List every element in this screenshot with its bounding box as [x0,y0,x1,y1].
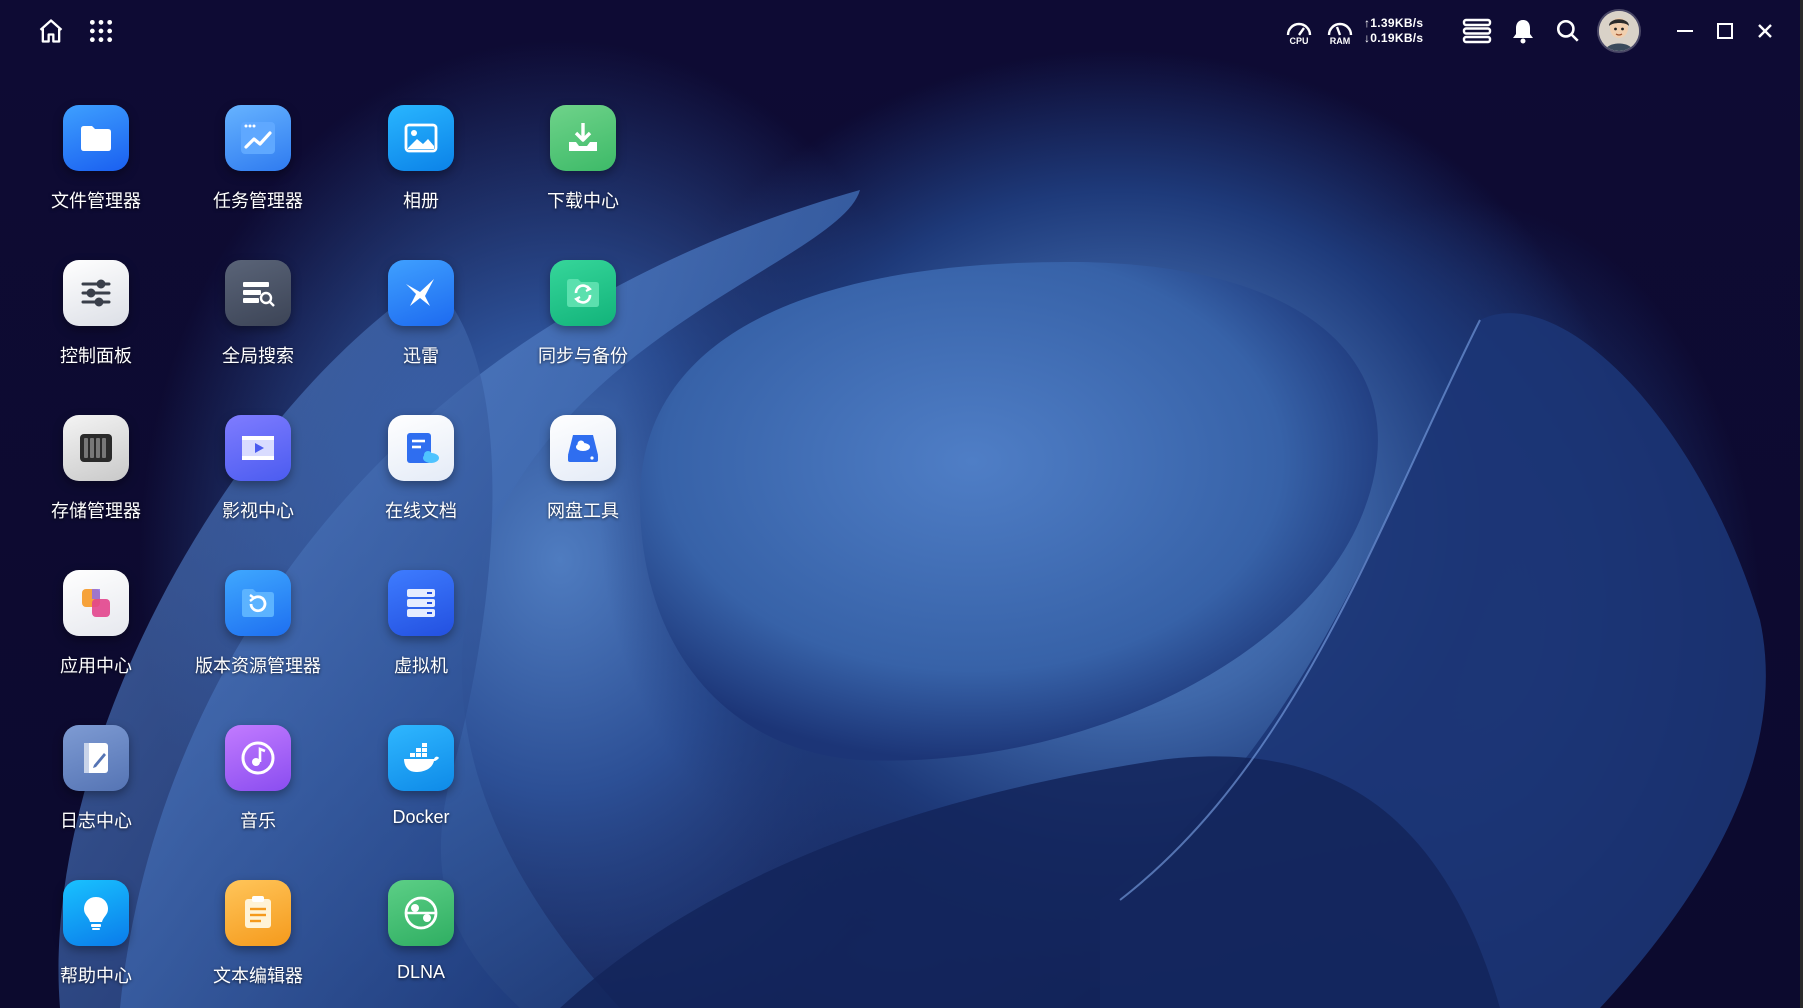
app-label: 帮助中心 [60,966,132,986]
network-speed[interactable]: ↑1.39KB/s ↓0.19KB/s [1364,16,1423,46]
app-virtual-machine[interactable]: 虚拟机 [341,570,501,678]
app-label: 任务管理器 [213,191,303,211]
app-label: 同步与备份 [538,346,628,366]
close-icon[interactable] [1748,14,1782,48]
app-label: 控制面板 [60,346,132,366]
cloud-disk-icon [550,415,616,481]
search-icon[interactable] [1551,14,1585,48]
lightbulb-icon [63,880,129,946]
app-label: 影视中心 [222,501,294,521]
apps-grid-icon[interactable] [84,14,118,48]
dlna-icon [388,880,454,946]
log-book-icon [63,725,129,791]
app-cloud-drive-tool[interactable]: 网盘工具 [503,415,663,523]
download-tray-icon [550,105,616,171]
app-global-search[interactable]: 全局搜索 [178,260,338,368]
app-online-docs[interactable]: 在线文档 [341,415,501,523]
app-dlna[interactable]: DLNA [341,880,501,983]
app-photos[interactable]: 相册 [341,105,501,213]
minimize-icon[interactable] [1668,14,1702,48]
app-label: 文本编辑器 [213,966,303,986]
bird-icon [388,260,454,326]
app-thunder[interactable]: 迅雷 [341,260,501,368]
maximize-icon[interactable] [1708,14,1742,48]
app-text-editor[interactable]: 文本编辑器 [178,880,338,988]
app-label: 迅雷 [403,346,439,366]
app-version-manager[interactable]: 版本资源管理器 [178,570,338,678]
app-label: DLNA [396,962,445,982]
history-folder-icon [225,570,291,636]
app-sync-backup[interactable]: 同步与备份 [503,260,663,368]
app-music[interactable]: 音乐 [178,725,338,833]
app-app-center[interactable]: 应用中心 [16,570,176,678]
app-label: 应用中心 [60,656,132,676]
download-speed: ↓0.19KB/s [1364,31,1424,45]
server-list-icon[interactable] [1460,14,1494,48]
upload-speed: ↑1.39KB/s [1364,16,1424,30]
app-label: 下载中心 [547,191,619,211]
app-download-center[interactable]: 下载中心 [503,105,663,213]
app-storage-manager[interactable]: 存储管理器 [16,415,176,523]
folder-icon [63,105,129,171]
app-label: 相册 [403,191,439,211]
app-label: 在线文档 [385,501,457,521]
app-label: 版本资源管理器 [195,656,321,676]
app-label: 音乐 [240,811,276,831]
sync-folder-icon [550,260,616,326]
app-docker[interactable]: Docker [341,725,501,828]
image-icon [388,105,454,171]
video-play-icon [225,415,291,481]
app-label: 全局搜索 [222,346,294,366]
app-control-panel[interactable]: 控制面板 [16,260,176,368]
cloud-doc-icon [388,415,454,481]
cpu-label: CPU [1289,35,1309,46]
bell-icon[interactable] [1506,14,1540,48]
sliders-icon [63,260,129,326]
app-help-center[interactable]: 帮助中心 [16,880,176,988]
app-task-manager[interactable]: 任务管理器 [178,105,338,213]
music-note-icon [225,725,291,791]
ram-label: RAM [1329,35,1351,46]
home-icon[interactable] [34,14,68,48]
app-log-center[interactable]: 日志中心 [16,725,176,833]
nas-drive-icon [63,415,129,481]
notepad-icon [225,880,291,946]
trend-chart-icon [225,105,291,171]
ram-gauge-icon[interactable]: RAM [1323,14,1357,48]
app-file-manager[interactable]: 文件管理器 [16,105,176,213]
app-video-center[interactable]: 影视中心 [178,415,338,523]
app-label: 文件管理器 [51,191,141,211]
app-label: 存储管理器 [51,501,141,521]
top-bar: CPU RAM ↑1.39KB/s ↓0.19KB/s [0,0,1803,62]
server-stack-icon [388,570,454,636]
cpu-gauge-icon[interactable]: CPU [1282,14,1316,48]
app-label: 网盘工具 [547,501,619,521]
app-store-icon [63,570,129,636]
app-label: Docker [392,807,450,827]
app-label: 日志中心 [60,811,132,831]
app-label: 虚拟机 [394,656,448,676]
avatar[interactable] [1599,11,1639,51]
search-doc-icon [225,260,291,326]
docker-whale-icon [388,725,454,791]
